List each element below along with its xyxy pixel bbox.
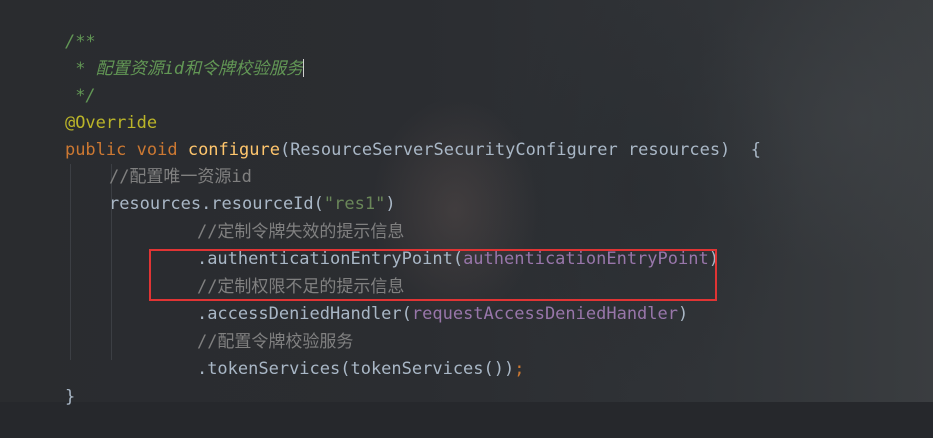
field-reference: requestAccessDeniedHandler bbox=[411, 304, 678, 324]
code-line-14: } bbox=[24, 357, 75, 407]
code-line-9: .authenticationEntryPoint(authentication… bbox=[156, 219, 719, 269]
code-line-7: resources.resourceId("res1") bbox=[68, 164, 396, 214]
method-params: (ResourceServerSecurityConfigurer resour… bbox=[279, 140, 731, 160]
highlight-box bbox=[149, 249, 717, 301]
code-line-6: //配置唯一资源id bbox=[68, 137, 252, 187]
call-suffix: ) bbox=[678, 304, 689, 324]
code-line-2: * 配置资源id和令牌校验服务 bbox=[24, 29, 305, 79]
code-line-4: @Override bbox=[24, 83, 157, 133]
code-line-8: //定制令牌失效的提示信息 bbox=[156, 192, 404, 242]
code-line-3: */ bbox=[24, 56, 95, 106]
doc-comment-text: 配置资源id和令牌校验服务 bbox=[95, 59, 304, 79]
semicolon: ; bbox=[514, 359, 525, 379]
code-line-13: .tokenServices(tokenServices()); bbox=[156, 329, 525, 379]
code-line-12: //配置令牌校验服务 bbox=[156, 302, 353, 352]
text-caret bbox=[303, 59, 305, 77]
code-editor[interactable]: /** * 配置资源id和令牌校验服务 */ @Override public … bbox=[0, 0, 933, 407]
code-line-5: public void configure(ResourceServerSecu… bbox=[24, 110, 761, 160]
open-brace: { bbox=[750, 140, 762, 160]
code-line-1: /** bbox=[24, 2, 96, 52]
token-services-call: .tokenServices(tokenServices()) bbox=[196, 359, 515, 379]
close-brace: } bbox=[64, 387, 76, 407]
